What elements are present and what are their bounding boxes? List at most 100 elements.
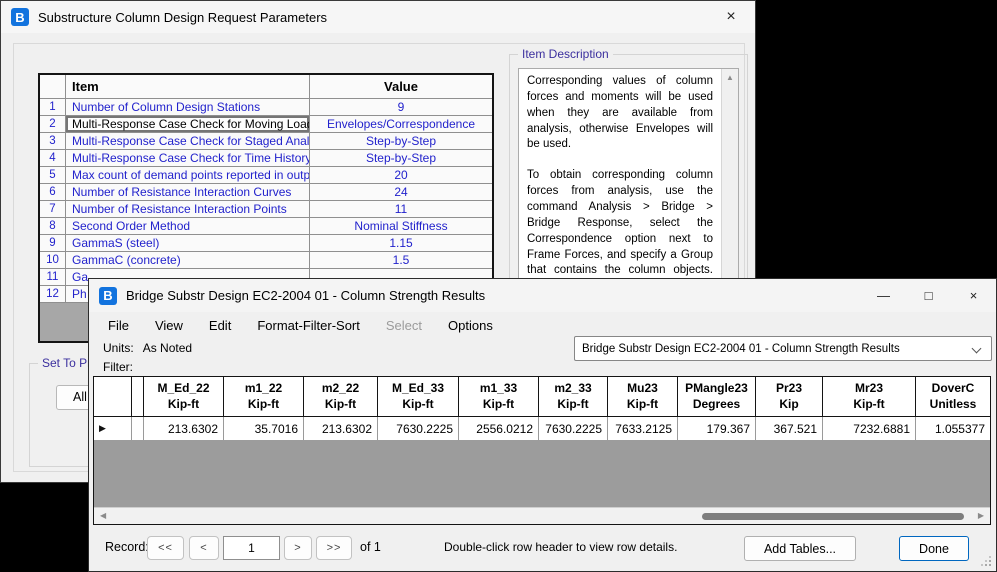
value-cell[interactable]: 1.5 [310, 252, 492, 268]
grid-cell[interactable]: 213.6302 [304, 417, 378, 440]
grid-cell[interactable]: 367.521 [756, 417, 823, 440]
row-number[interactable]: 5 [40, 167, 66, 183]
item-cell-selected[interactable]: Multi-Response Case Check for Moving Loa… [66, 116, 310, 132]
horizontal-scrollbar[interactable]: ◀ ▶ [94, 507, 990, 524]
column-name: M_Ed_22 [157, 381, 209, 397]
column-header[interactable]: M_Ed_33 Kip-ft [378, 377, 459, 416]
row-number[interactable]: 4 [40, 150, 66, 166]
menu-select: Select [373, 318, 435, 333]
grid-cell[interactable]: 7630.2225 [539, 417, 608, 440]
column-header[interactable]: Mu23 Kip-ft [608, 377, 678, 416]
table-header-row: Item Value [40, 75, 492, 98]
column-header[interactable]: m2_22 Kip-ft [304, 377, 378, 416]
maximize-icon[interactable]: □ [906, 279, 951, 312]
column-name: m1_33 [480, 381, 517, 397]
scroll-up-icon[interactable]: ▲ [722, 73, 738, 82]
value-cell[interactable]: 11 [310, 201, 492, 217]
record-number-input[interactable] [223, 536, 280, 560]
row-selector-icon[interactable]: ▶ [94, 417, 132, 440]
last-record-button[interactable]: >> [316, 536, 352, 560]
row-number[interactable]: 11 [40, 269, 66, 285]
row-number[interactable]: 12 [40, 286, 66, 302]
grid-cell[interactable]: 7630.2225 [378, 417, 459, 440]
grid-cell[interactable]: 7633.2125 [608, 417, 678, 440]
table-select-dropdown[interactable]: Bridge Substr Design EC2-2004 01 - Colum… [574, 336, 992, 361]
grid-cell[interactable]: 213.6302 [144, 417, 224, 440]
app-icon: B [99, 287, 117, 305]
row-number[interactable]: 10 [40, 252, 66, 268]
value-cell[interactable]: Envelopes/Correspondence [310, 116, 492, 132]
column-header[interactable]: DoverC Unitless [916, 377, 990, 416]
record-count-label: of 1 [360, 540, 381, 554]
item-cell[interactable]: Number of Resistance Interaction Points [66, 201, 310, 217]
item-cell[interactable]: Number of Resistance Interaction Curves [66, 184, 310, 200]
item-cell[interactable]: GammaS (steel) [66, 235, 310, 251]
column-header[interactable]: Pr23 Kip [756, 377, 823, 416]
value-cell[interactable]: Step-by-Step [310, 150, 492, 166]
grid-cell[interactable]: 179.367 [678, 417, 756, 440]
item-cell[interactable]: Number of Column Design Stations [66, 99, 310, 115]
value-cell[interactable]: 24 [310, 184, 492, 200]
grid-cell[interactable]: 1.055377 [916, 417, 990, 440]
resize-grip-icon[interactable] [989, 564, 991, 566]
row-details-hint: Double-click row header to view row deta… [444, 540, 677, 554]
column-unit: Kip-ft [627, 397, 658, 413]
minimize-icon[interactable]: — [861, 279, 906, 312]
menu-edit[interactable]: Edit [196, 318, 244, 333]
value-cell[interactable]: 20 [310, 167, 492, 183]
menu-view[interactable]: View [142, 318, 196, 333]
close-icon[interactable]: × [719, 6, 743, 28]
blank-cell [132, 417, 144, 440]
item-column-header: Item [66, 75, 310, 98]
scrollbar-thumb[interactable] [702, 513, 964, 520]
value-cell[interactable]: Nominal Stiffness [310, 218, 492, 234]
value-cell[interactable]: Step-by-Step [310, 133, 492, 149]
close-icon[interactable]: × [951, 279, 996, 312]
row-selector-header [94, 377, 132, 416]
row-number[interactable]: 8 [40, 218, 66, 234]
grid-cell[interactable]: 2556.0212 [459, 417, 539, 440]
grid-cell[interactable]: 35.7016 [224, 417, 304, 440]
item-cell[interactable]: Multi-Response Case Check for Time Histo… [66, 150, 310, 166]
scroll-left-icon[interactable]: ◀ [100, 511, 106, 520]
column-unit: Kip-ft [853, 397, 884, 413]
grid-cell[interactable]: 7232.6881 [823, 417, 916, 440]
table-row: 1 Number of Column Design Stations 9 [40, 98, 492, 115]
column-unit: Kip-ft [168, 397, 199, 413]
column-header[interactable]: m2_33 Kip-ft [539, 377, 608, 416]
row-number[interactable]: 3 [40, 133, 66, 149]
done-button[interactable]: Done [899, 536, 969, 561]
menu-options[interactable]: Options [435, 318, 506, 333]
add-tables-button[interactable]: Add Tables... [744, 536, 856, 561]
row-number[interactable]: 1 [40, 99, 66, 115]
menu-file[interactable]: File [95, 318, 142, 333]
first-record-button[interactable]: << [147, 536, 184, 560]
row-number[interactable]: 6 [40, 184, 66, 200]
menu-format-filter-sort[interactable]: Format-Filter-Sort [244, 318, 373, 333]
item-cell[interactable]: Second Order Method [66, 218, 310, 234]
scroll-right-icon[interactable]: ▶ [978, 511, 984, 520]
column-name: m2_22 [322, 381, 359, 397]
row-number[interactable]: 2 [40, 116, 66, 132]
column-name: PMangle23 [685, 381, 748, 397]
chevron-down-icon [972, 344, 982, 354]
column-header[interactable]: PMangle23 Degrees [678, 377, 756, 416]
item-cell[interactable]: GammaC (concrete) [66, 252, 310, 268]
column-header[interactable]: M_Ed_22 Kip-ft [144, 377, 224, 416]
value-cell[interactable]: 9 [310, 99, 492, 115]
item-cell[interactable]: Max count of demand points reported in o… [66, 167, 310, 183]
column-header[interactable]: m1_33 Kip-ft [459, 377, 539, 416]
column-header[interactable]: Mr23 Kip-ft [823, 377, 916, 416]
row-number[interactable]: 7 [40, 201, 66, 217]
value-cell[interactable]: 1.15 [310, 235, 492, 251]
next-record-button[interactable]: > [284, 536, 312, 560]
table-row: 8 Second Order Method Nominal Stiffness [40, 217, 492, 234]
item-cell[interactable]: Multi-Response Case Check for Staged Ana… [66, 133, 310, 149]
filter-label: Filter: [103, 360, 133, 374]
previous-record-button[interactable]: < [189, 536, 219, 560]
table-row: 7 Number of Resistance Interaction Point… [40, 200, 492, 217]
row-number[interactable]: 9 [40, 235, 66, 251]
table-row: 9 GammaS (steel) 1.15 [40, 234, 492, 251]
column-header[interactable]: m1_22 Kip-ft [224, 377, 304, 416]
column-unit: Kip [779, 397, 798, 413]
